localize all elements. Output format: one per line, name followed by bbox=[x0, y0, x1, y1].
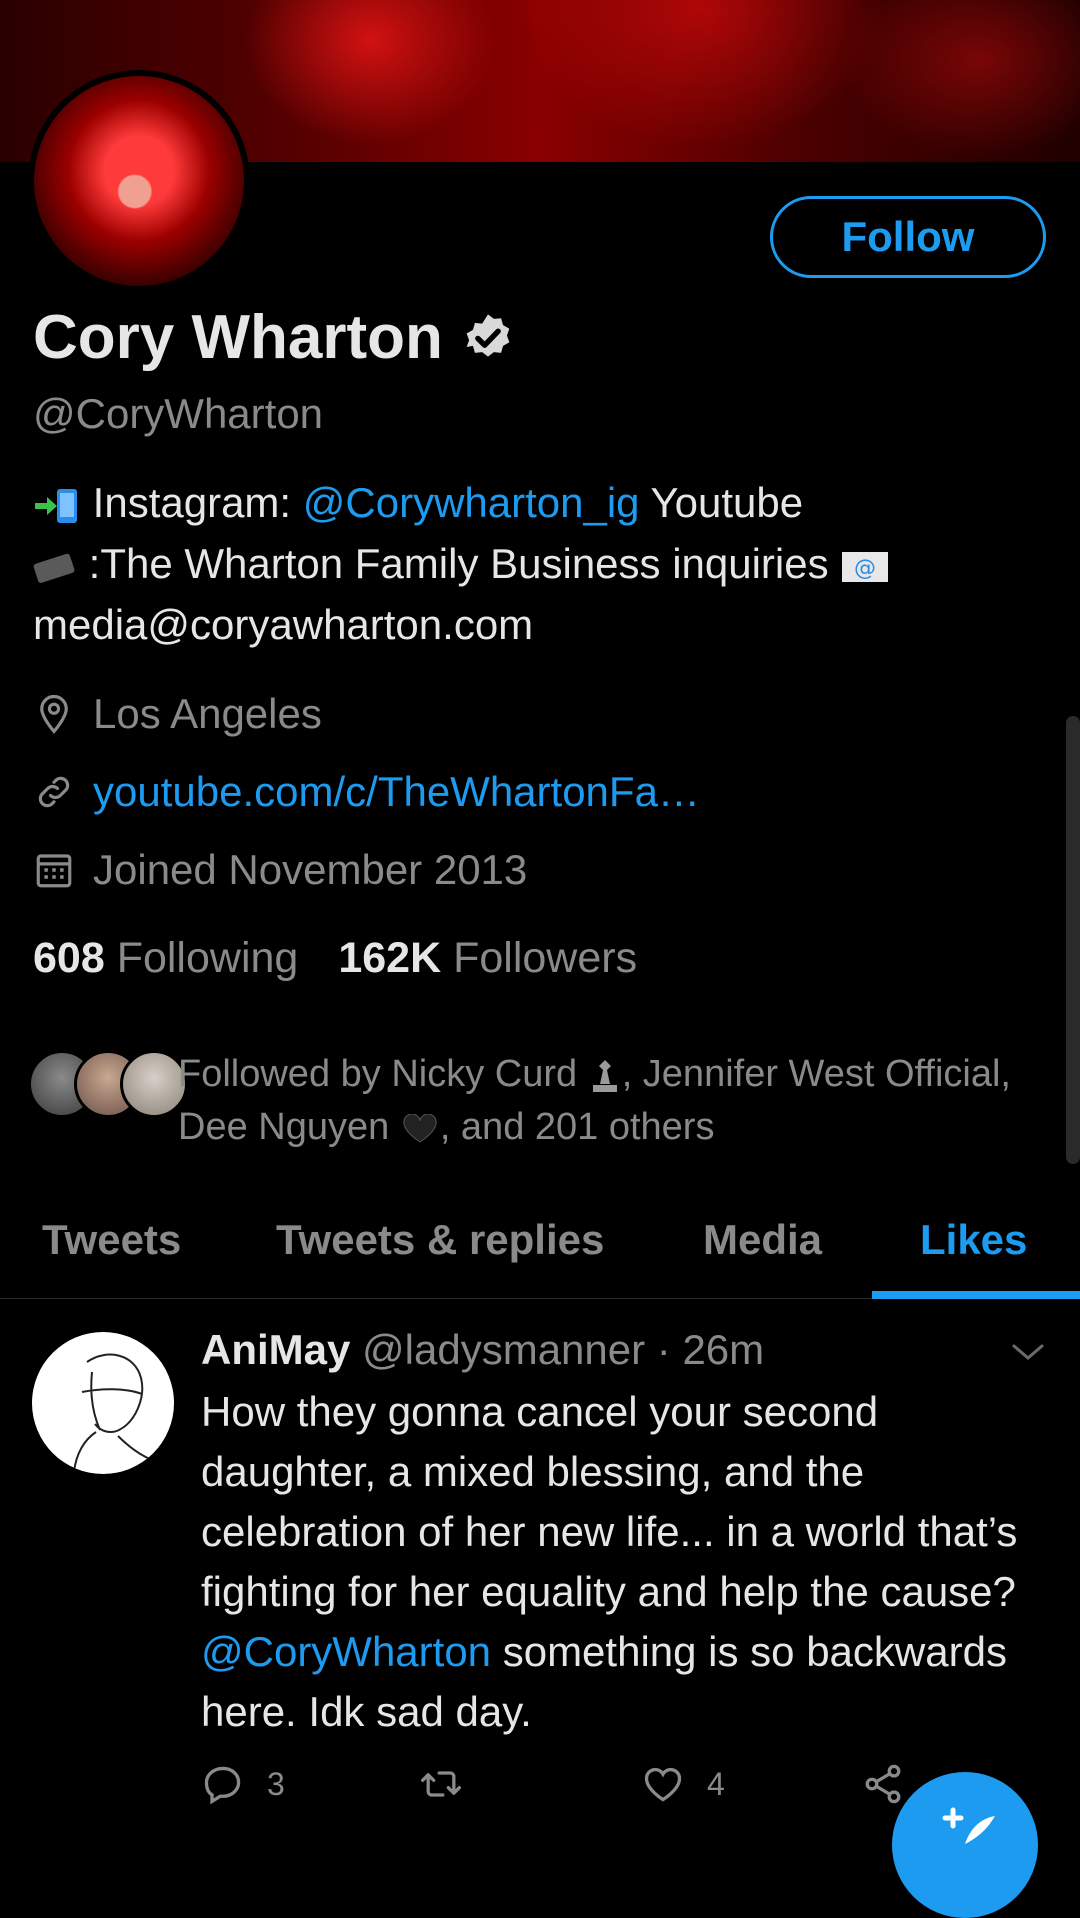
website-link[interactable]: youtube.com/c/TheWhartonFa… bbox=[93, 768, 700, 816]
reply-count: 3 bbox=[267, 1765, 285, 1802]
tweet-header: AniMay @ladysmanner · 26m bbox=[201, 1326, 764, 1374]
calendar-icon bbox=[36, 854, 72, 888]
compose-icon bbox=[942, 1807, 995, 1844]
active-tab-indicator bbox=[872, 1291, 1080, 1299]
tab-tweets[interactable]: Tweets bbox=[42, 1216, 181, 1264]
profile-name: Cory Wharton bbox=[33, 303, 443, 372]
location-text: Los Angeles bbox=[93, 690, 322, 737]
tweet-mention-link[interactable]: @CoryWharton bbox=[201, 1628, 491, 1675]
followed-by-text-1: Followed by Nicky Curd bbox=[178, 1053, 588, 1095]
tweet-actions: 3 4 bbox=[201, 1762, 941, 1818]
video-camera-emoji-icon bbox=[33, 553, 75, 583]
black-heart-emoji-icon bbox=[403, 1113, 437, 1143]
bio-text-2: Youtube bbox=[639, 479, 804, 526]
profile-bio: Instagram: @Corywharton_ig Youtube :The … bbox=[33, 472, 1033, 655]
tab-likes[interactable]: Likes bbox=[920, 1216, 1027, 1264]
bio-text-3: :The Wharton Family Business inquiries bbox=[77, 540, 841, 587]
scrollbar[interactable] bbox=[1066, 716, 1080, 1164]
share-icon bbox=[865, 1764, 901, 1804]
tab-media[interactable]: Media bbox=[703, 1216, 822, 1264]
reply-icon bbox=[204, 1766, 241, 1805]
bio-email: media@coryawharton.com bbox=[33, 601, 534, 648]
like-count: 4 bbox=[707, 1765, 725, 1802]
tweet-author-handle[interactable]: @ladysmanner bbox=[362, 1326, 645, 1373]
envelope-emoji-icon: @ bbox=[842, 551, 889, 582]
profile-joined: Joined November 2013 bbox=[33, 846, 527, 894]
followers-count: 162K bbox=[338, 934, 442, 982]
tweet-avatar[interactable] bbox=[32, 1332, 174, 1474]
tweet-author-name[interactable]: AniMay bbox=[201, 1326, 350, 1373]
compose-tweet-button[interactable] bbox=[892, 1772, 1038, 1918]
location-icon bbox=[40, 694, 68, 734]
phone-arrow-emoji-icon bbox=[35, 488, 77, 523]
bio-instagram-link[interactable]: @Corywharton_ig bbox=[303, 479, 640, 526]
profile-location: Los Angeles bbox=[33, 690, 322, 738]
chevron-down-icon[interactable] bbox=[1010, 1340, 1046, 1364]
bio-text-1: Instagram: bbox=[81, 479, 303, 526]
following-stat[interactable]: 608 Following bbox=[33, 934, 298, 982]
profile-tabs: Tweets Tweets & replies Media Likes bbox=[0, 1200, 1080, 1299]
followed-by-avatars[interactable] bbox=[28, 1050, 188, 1118]
reply-button[interactable]: 3 bbox=[201, 1762, 285, 1806]
tab-tweets-and-replies[interactable]: Tweets & replies bbox=[276, 1216, 604, 1264]
profile-avatar[interactable] bbox=[28, 70, 250, 292]
verified-icon bbox=[466, 313, 510, 357]
follow-stats: 608 Following 162K Followers bbox=[33, 934, 637, 983]
like-button[interactable]: 4 bbox=[641, 1762, 725, 1806]
chess-piece-emoji-icon bbox=[592, 1059, 617, 1092]
following-label: Following bbox=[116, 934, 299, 982]
followed-by-text-3: , and 201 others bbox=[439, 1106, 715, 1148]
follow-button[interactable]: Follow bbox=[770, 196, 1046, 278]
svg-text:@: @ bbox=[854, 556, 876, 581]
retweet-button[interactable] bbox=[419, 1762, 485, 1806]
profile-handle: @CoryWharton bbox=[33, 390, 324, 437]
tweet-time: · 26m bbox=[656, 1326, 765, 1373]
link-icon bbox=[38, 776, 70, 808]
like-icon bbox=[644, 1767, 682, 1802]
tweet-text-1: How they gonna cancel your second daught… bbox=[201, 1388, 1018, 1615]
tweet-text: How they gonna cancel your second daught… bbox=[201, 1382, 1061, 1742]
joined-text: Joined November 2013 bbox=[93, 846, 528, 893]
retweet-icon bbox=[421, 1771, 461, 1797]
following-count: 608 bbox=[33, 934, 105, 982]
followed-by-text[interactable]: Followed by Nicky Curd , Jennifer West O… bbox=[178, 1048, 1058, 1154]
profile-name-row: Cory Wharton bbox=[33, 302, 515, 373]
profile-website[interactable]: youtube.com/c/TheWhartonFa… bbox=[33, 768, 700, 816]
followers-stat[interactable]: 162K Followers bbox=[338, 934, 637, 982]
followers-label: Followers bbox=[453, 934, 638, 982]
